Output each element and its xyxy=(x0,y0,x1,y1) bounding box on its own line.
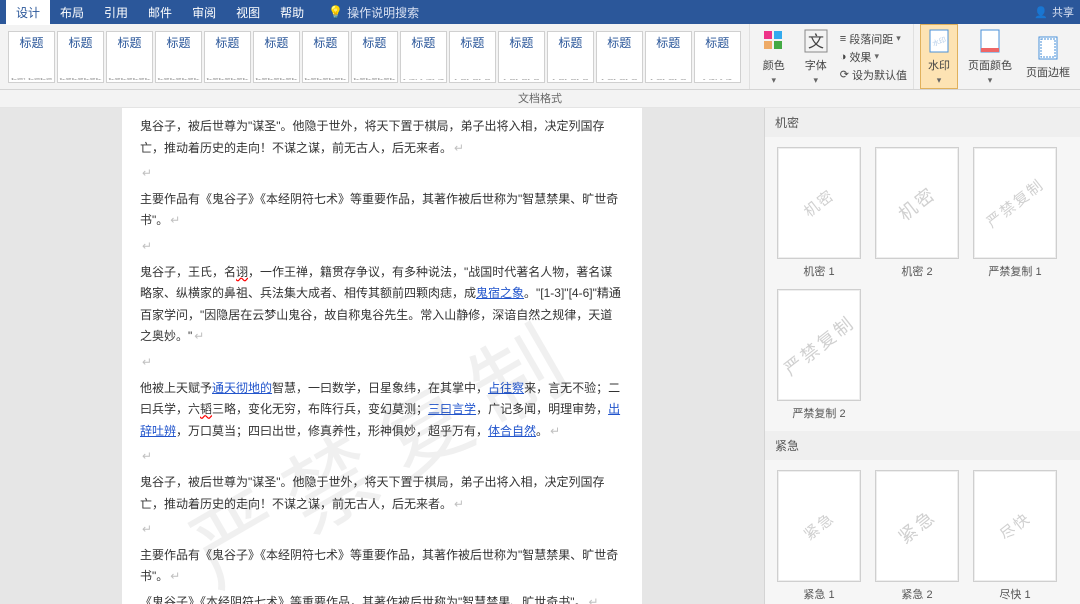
page: 严禁复制 鬼谷子，被后世尊为"谋圣"。他隐于世外，将天下置于棋局，弟子出将入相，… xyxy=(122,108,642,604)
page-color-icon xyxy=(976,27,1004,55)
default-icon: ⟳ xyxy=(840,68,849,81)
fonts-label: 字体 xyxy=(805,57,827,73)
colors-label: 颜色 xyxy=(763,57,785,73)
ribbon-group-formatting: 颜色 文 字体 ≡段落间距 ◑效果 ⟳设为默认值 xyxy=(749,24,913,89)
para: 鬼谷子，被后世尊为"谋圣"。他隐于世外，将天下置于棋局，弟子出将入相，决定列国存… xyxy=(140,472,624,515)
palette-icon xyxy=(760,27,788,55)
font-icon: 文 xyxy=(802,27,830,55)
set-default-button[interactable]: ⟳设为默认值 xyxy=(840,67,907,83)
watermark-option[interactable]: 严禁复制 严禁复制 2 xyxy=(775,289,863,421)
style-card[interactable]: 标题标题标题标题标题 xyxy=(253,31,300,83)
titlebar-right: 👤 共享 xyxy=(1034,4,1074,20)
tab-help[interactable]: 帮助 xyxy=(270,0,314,25)
ribbon-tabs: 设计 布局 引用 邮件 审阅 视图 帮助 xyxy=(6,0,314,25)
page-color-label: 页面颜色 xyxy=(968,57,1012,73)
search-placeholder: 操作说明搜索 xyxy=(347,4,419,21)
page-color-button[interactable]: 页面颜色 xyxy=(964,25,1016,88)
ribbon: 标题标题1 标题标题标题标题标题 标题标题标题标题标题标题 标题标题标题标题标题… xyxy=(0,24,1080,90)
style-card[interactable]: 标题标题1 标题 xyxy=(694,31,741,83)
panel-grid-urgent: 紧急 紧急 1 紧急 紧急 2 尽快 尽快 1 xyxy=(765,460,1080,604)
colors-button[interactable]: 颜色 xyxy=(756,25,792,88)
style-card[interactable]: 标题标题标题标题标题 xyxy=(155,31,202,83)
watermark-option[interactable]: 紧急 紧急 1 xyxy=(775,470,863,602)
para: ↵ xyxy=(140,519,624,541)
main-area: 严禁复制 鬼谷子，被后世尊为"谋圣"。他隐于世外，将天下置于棋局，弟子出将入相，… xyxy=(0,108,1080,604)
watermark-icon: 水印 xyxy=(925,27,953,55)
lightbulb-icon: 💡 xyxy=(328,5,343,19)
style-card[interactable]: 标题标题标题标题标题 xyxy=(204,31,251,83)
para: ↵ xyxy=(140,352,624,374)
watermark-button[interactable]: 水印 水印 xyxy=(920,24,958,89)
ribbon-group-label: 文档格式 xyxy=(0,90,1080,108)
watermark-option[interactable]: 机密 机密 2 xyxy=(873,147,961,279)
ribbon-group-page-bg: 水印 水印 页面颜色 页面边框 xyxy=(913,24,1080,89)
page-borders-button[interactable]: 页面边框 xyxy=(1022,32,1074,82)
tab-references[interactable]: 引用 xyxy=(94,0,138,25)
style-card[interactable]: 标题标题标题标题 xyxy=(449,31,496,83)
effects-icon: ◑ xyxy=(840,51,847,63)
watermark-label: 水印 xyxy=(928,57,950,73)
titlebar: 设计 布局 引用 邮件 审阅 视图 帮助 💡 操作说明搜索 👤 共享 xyxy=(0,0,1080,24)
panel-grid-confidential: 机密 机密 1 机密 机密 2 严禁复制 严禁复制 1 严禁复制 严禁复制 2 xyxy=(765,137,1080,431)
tell-me-search[interactable]: 💡 操作说明搜索 xyxy=(328,4,419,21)
para: 《鬼谷子》《本经阴符七术》等重要作品，其著作被后世称为"智慧禁果、旷世奇书"。↵ xyxy=(140,592,624,604)
watermark-option[interactable]: 机密 机密 1 xyxy=(775,147,863,279)
watermark-option[interactable]: 严禁复制 严禁复制 1 xyxy=(971,147,1059,279)
tab-view[interactable]: 视图 xyxy=(226,0,270,25)
tab-layout[interactable]: 布局 xyxy=(50,0,94,25)
style-card[interactable]: 标题标题标题标题 xyxy=(498,31,545,83)
tab-review[interactable]: 审阅 xyxy=(182,0,226,25)
doc-format-styles[interactable]: 标题标题1 标题标题标题标题标题 标题标题标题标题标题标题 标题标题标题标题标题… xyxy=(0,24,749,89)
fonts-button[interactable]: 文 字体 xyxy=(798,25,834,88)
para: 鬼谷子，被后世尊为"谋圣"。他隐于世外，将天下置于棋局，弟子出将入相，决定列国存… xyxy=(140,116,624,159)
user-icon: 👤 xyxy=(1034,6,1048,19)
style-card[interactable]: 标题标题标题标题标题标题 xyxy=(57,31,104,83)
para: 鬼谷子，王氏，名诩，一作王禅，籍贯存争议，有多种说法，"战国时代著名人物，著名谋… xyxy=(140,262,624,348)
page-borders-label: 页面边框 xyxy=(1026,64,1070,80)
effects-button[interactable]: ◑效果 xyxy=(840,49,907,65)
share-button[interactable]: 共享 xyxy=(1052,4,1074,20)
style-card[interactable]: 标题标题标题标题 xyxy=(596,31,643,83)
spacing-icon: ≡ xyxy=(840,33,846,45)
document-canvas[interactable]: 严禁复制 鬼谷子，被后世尊为"谋圣"。他隐于世外，将天下置于棋局，弟子出将入相，… xyxy=(0,108,764,604)
style-card[interactable]: 标题标题标题标题标题 xyxy=(351,31,398,83)
style-card[interactable]: 标题标题1 标题标题标题标题标题 xyxy=(8,31,55,83)
watermark-option[interactable]: 紧急 紧急 2 xyxy=(873,470,961,602)
tab-design[interactable]: 设计 xyxy=(6,0,50,25)
ribbon-small-options: ≡段落间距 ◑效果 ⟳设为默认值 xyxy=(840,31,907,83)
style-card[interactable]: 标题标题标题标题标题 xyxy=(106,31,153,83)
panel-section-confidential: 机密 xyxy=(765,108,1080,137)
style-card[interactable]: 标题标题标题标题 xyxy=(547,31,594,83)
para: 他被上天赋予通天彻地的智慧，一曰数学，日星象纬，在其掌中，占往察来，言无不验；二… xyxy=(140,378,624,443)
watermark-option[interactable]: 尽快 尽快 1 xyxy=(971,470,1059,602)
style-card[interactable]: 标题标题1 标题标题 xyxy=(400,31,447,83)
tab-mailings[interactable]: 邮件 xyxy=(138,0,182,25)
para: ↵ xyxy=(140,446,624,468)
para: ↵ xyxy=(140,163,624,185)
page-border-icon xyxy=(1034,34,1062,62)
style-card[interactable]: 标题标题标题标题 xyxy=(645,31,692,83)
panel-section-urgent: 紧急 xyxy=(765,431,1080,460)
para: ↵ xyxy=(140,236,624,258)
para: 主要作品有《鬼谷子》《本经阴符七术》等重要作品，其著作被后世称为"智慧禁果、旷世… xyxy=(140,545,624,588)
paragraph-spacing-button[interactable]: ≡段落间距 xyxy=(840,31,907,47)
svg-text:文: 文 xyxy=(808,33,824,51)
para: 主要作品有《鬼谷子》《本经阴符七术》等重要作品，其著作被后世称为"智慧禁果、旷世… xyxy=(140,189,624,232)
style-card[interactable]: 标题标题标题标题标题 xyxy=(302,31,349,83)
watermark-gallery-panel: 机密 机密 机密 1 机密 机密 2 严禁复制 严禁复制 1 严禁复制 严禁复制… xyxy=(764,108,1080,604)
